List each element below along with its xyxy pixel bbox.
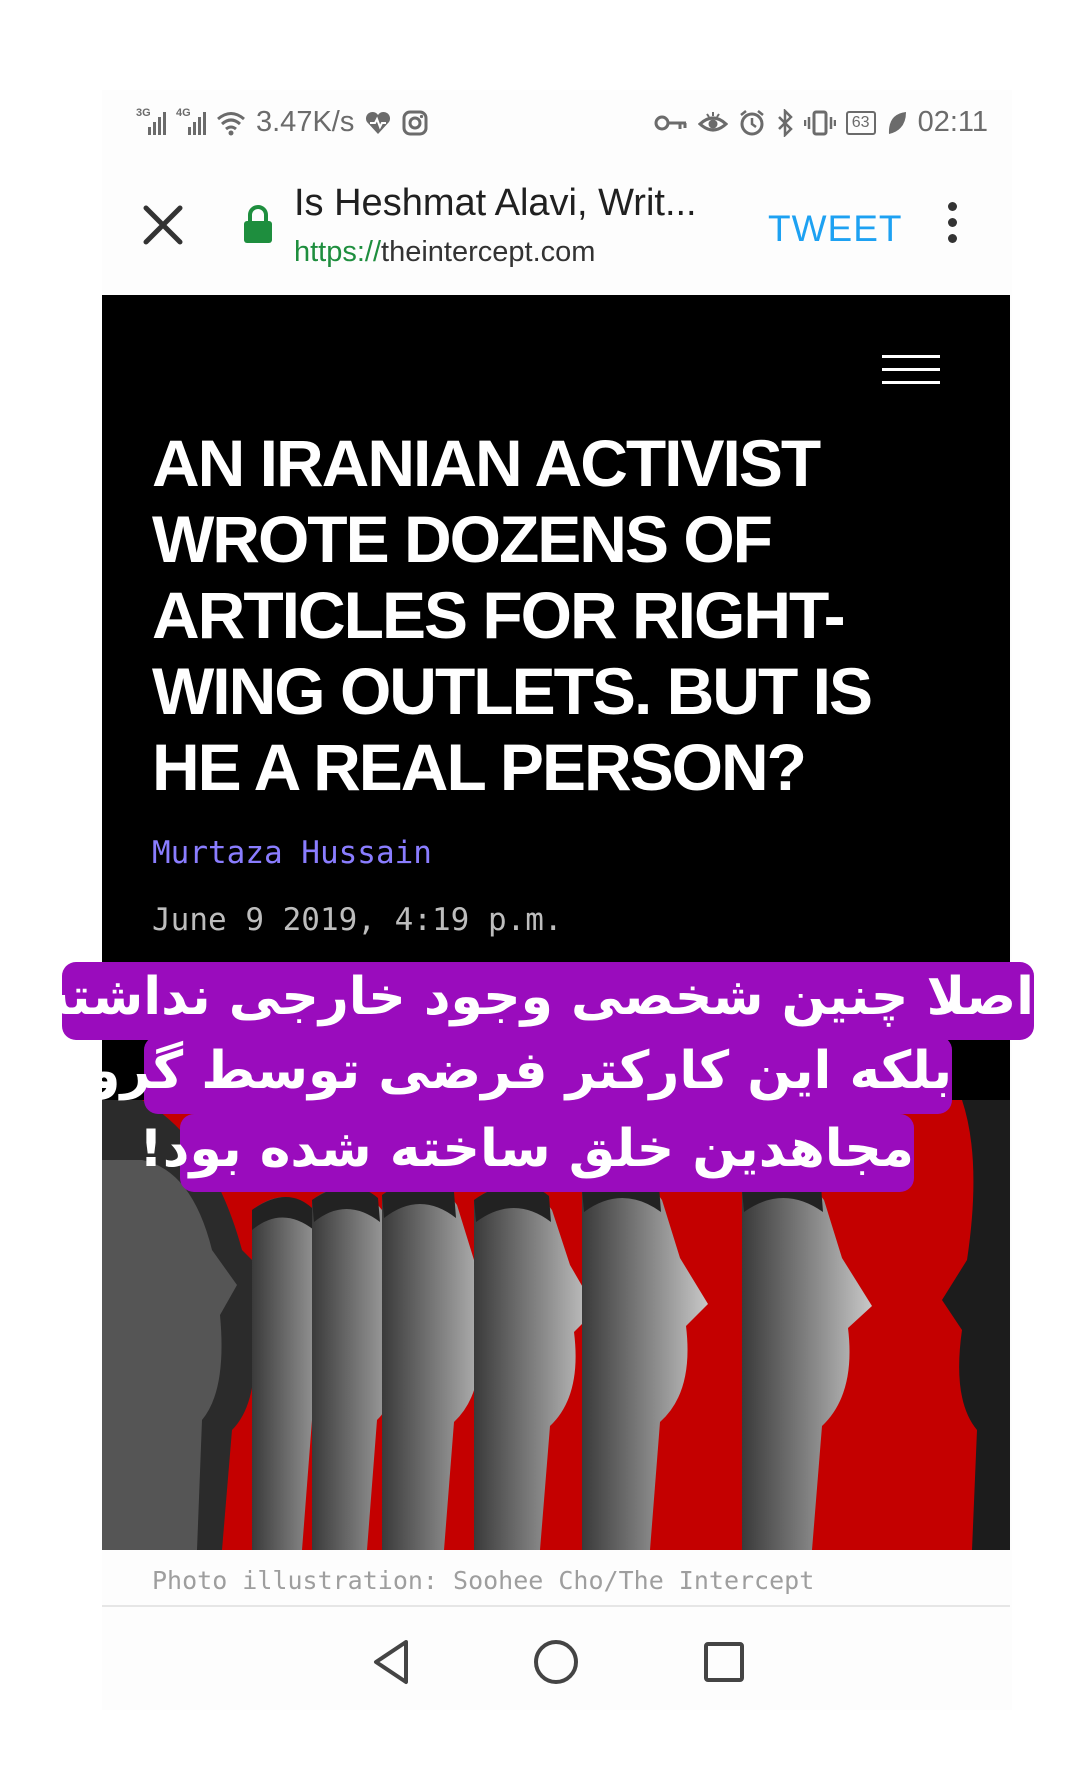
overlay-caption-line-3: مجاهدین خلق ساخته شده بود!	[139, 1114, 914, 1192]
author-link[interactable]: Murtaza Hussain	[152, 835, 432, 871]
browser-toolbar: Is Heshmat Alavi, Writ... https://theint…	[102, 160, 1012, 295]
battery-icon: 63	[845, 110, 876, 135]
signal-4g-icon: 4G	[176, 107, 206, 135]
vibrate-icon	[803, 110, 836, 135]
network-speed: 3.47K/s	[256, 106, 355, 138]
face-profile-4	[474, 1183, 596, 1550]
overlay-caption-line-2: بلکه این کارکتر فرضی توسط گروه	[57, 1036, 952, 1114]
signal-3g-icon: 3G	[136, 107, 166, 135]
publish-date: June 9 2019, 4:19 p.m.	[152, 902, 563, 938]
url-host: theintercept.com	[381, 236, 596, 268]
article-headline: An Iranian activist wrote dozens of arti…	[152, 426, 873, 804]
leaf-icon	[888, 111, 906, 134]
back-icon[interactable]	[362, 1630, 426, 1694]
network-3g-label: 3G	[136, 106, 151, 119]
divider	[102, 1605, 1010, 1607]
page-url[interactable]: https://theintercept.com	[294, 236, 595, 269]
bluetooth-icon	[777, 108, 793, 137]
overlay-caption-line-1: اصلا چنین شخصی وجود خارجی نداشته.	[20, 962, 1034, 1040]
system-nav-bar	[102, 1610, 1010, 1710]
screenshot-stage: 3G 4G 3.47K/s 63 02:11 Is Heshmat Alavi,…	[0, 0, 1080, 1792]
face-profile-7	[942, 1100, 1010, 1550]
url-scheme: https://	[294, 236, 382, 268]
instagram-icon	[402, 110, 428, 135]
clock: 02:11	[917, 106, 988, 138]
lock-icon	[244, 205, 272, 243]
eye-icon	[697, 111, 728, 131]
tweet-button[interactable]: TWEET	[768, 208, 902, 250]
hamburger-icon[interactable]	[882, 355, 940, 389]
heart-icon	[366, 111, 391, 134]
close-icon[interactable]	[140, 202, 186, 248]
page-title[interactable]: Is Heshmat Alavi, Writ...	[294, 182, 714, 225]
home-icon[interactable]	[524, 1630, 588, 1694]
status-bar: 3G 4G 3.47K/s 63 02:11	[102, 100, 1012, 148]
battery-level: 63	[851, 113, 870, 131]
kebab-menu-icon[interactable]	[942, 202, 962, 250]
alarm-icon	[740, 109, 764, 135]
wifi-icon	[217, 111, 245, 135]
face-profile-6	[742, 1172, 872, 1550]
key-icon	[654, 115, 687, 130]
recents-icon[interactable]	[692, 1630, 756, 1694]
network-4g-label: 4G	[176, 106, 191, 119]
face-profile-5	[582, 1173, 708, 1550]
photo-caption: Photo illustration: Soohee Cho/The Inter…	[152, 1566, 815, 1595]
